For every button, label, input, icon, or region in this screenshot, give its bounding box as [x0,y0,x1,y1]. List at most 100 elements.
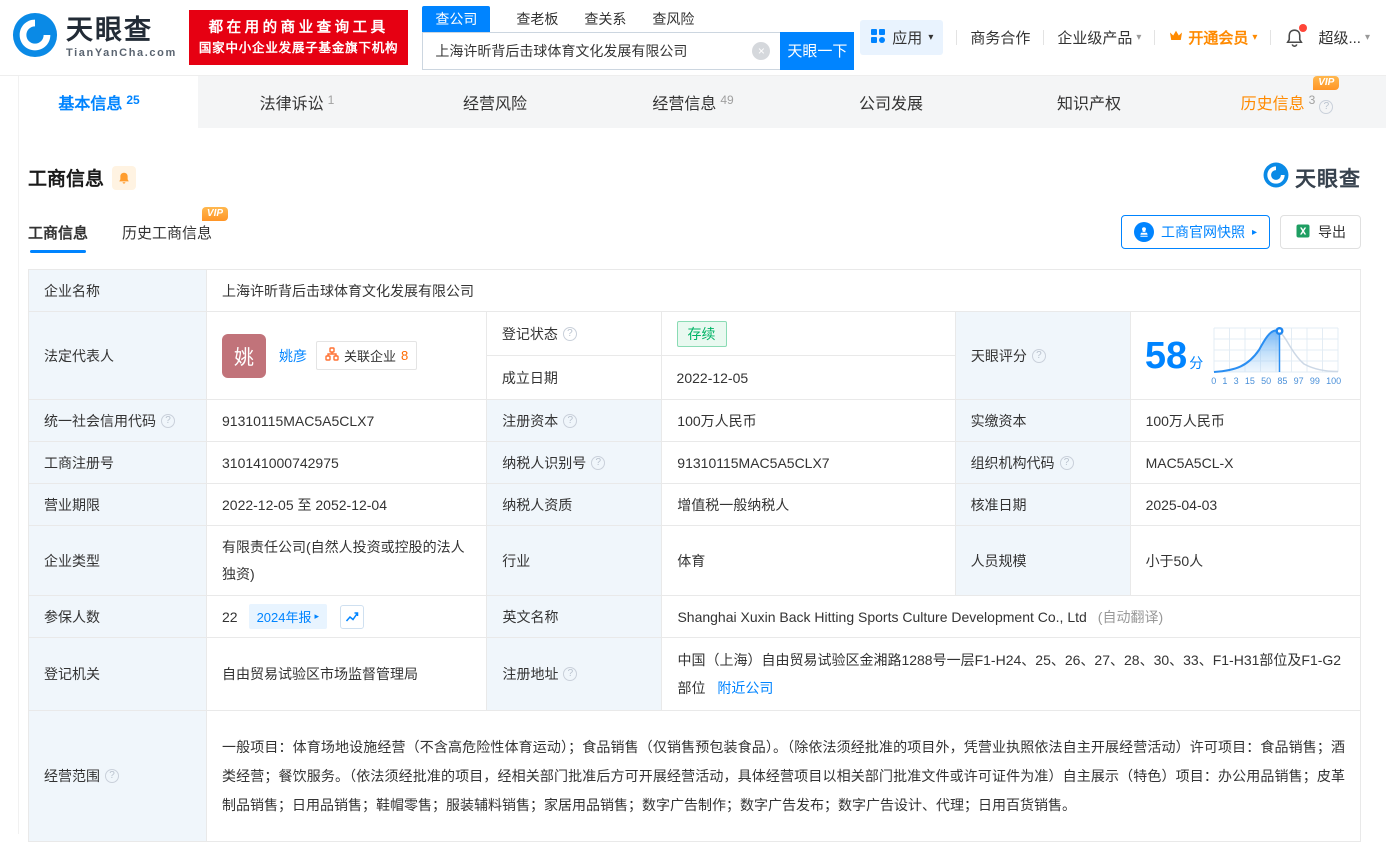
search-tab-boss[interactable]: 查老板 [516,6,558,32]
tianyancha-swirl-icon [12,12,58,63]
promo-banner-line1: 都在用的商业查询工具 [208,19,389,36]
field-label: 组织机构代码 [970,454,1055,471]
score-axis-labels: 0 1 3 15 50 85 97 99 100 [1211,375,1342,386]
tab-label: 历史信息 [1240,96,1305,113]
field-label: 工商注册号 [44,454,114,471]
subtab-history-registration[interactable]: 历史工商信息 VIP [122,207,229,253]
help-icon[interactable]: ? [591,455,606,470]
snapshot-label: 工商官网快照 [1160,224,1245,240]
search-tab-company[interactable]: 查公司 [422,5,491,32]
table-row: 法定代表人 姚 姚彦 关联企业 8 登记状态? 存续 成立日期 2022-12-… [29,312,1360,400]
notification-bell-icon[interactable] [1284,24,1308,48]
search-tab-risk[interactable]: 查风险 [652,6,694,32]
search-button[interactable]: 天眼一下 [780,31,855,70]
section-title: 工商信息 [28,169,105,190]
tab-count: 3 [1308,93,1316,107]
taxpayer-quality-value: 增值税一般纳税人 [677,496,790,513]
approval-date-value: 2025-04-03 [1145,496,1218,513]
tab-history-info[interactable]: 历史信息 3 ? VIP [1188,76,1386,128]
tianyancha-swirl-icon [1263,162,1289,193]
related-companies-chip[interactable]: 关联企业 8 [316,341,418,370]
legal-rep-link[interactable]: 姚彦 [279,346,307,366]
nav-cooperation[interactable]: 商务合作 [970,27,1030,48]
official-snapshot-button[interactable]: 工商官网快照 ▸ [1120,215,1270,249]
nav-enterprise-label: 企业级产品 [1057,30,1133,47]
promo-banner-line2: 国家中小企业发展子基金旗下机构 [198,41,399,56]
apps-grid-icon [870,28,886,48]
chevron-down-icon: ▾ [928,32,934,43]
watermark-label: 天眼查 [1295,167,1361,191]
stamp-icon [1133,222,1154,242]
tab-business-info[interactable]: 经营信息 49 [594,76,792,128]
help-icon[interactable]: ? [1031,348,1046,363]
org-code-value: MAC5A5CL-X [1145,454,1234,471]
annual-report-label: 2024年报 [256,610,312,626]
reg-address-value: 中国（上海）自由贸易试验区金湘路1288号一层F1-H24、25、26、27、2… [677,652,1342,697]
notification-dot [1299,24,1308,32]
tab-label: 经营信息 [652,96,717,113]
chevron-down-icon: ▾ [1252,32,1258,43]
nav-divider [1154,30,1156,45]
tab-legal-litigation[interactable]: 法律诉讼 1 [198,76,396,128]
tab-intellectual-property[interactable]: 知识产权 [990,76,1188,128]
logo-domain: TianYanCha.com [66,46,177,59]
search-tab-relation[interactable]: 查关系 [584,6,626,32]
trend-chart-icon[interactable] [340,604,365,629]
chevron-right-icon: ▸ [1251,226,1257,238]
business-term-value: 2022-12-05 至 2052-12-04 [222,496,388,513]
field-label: 行业 [502,552,531,569]
search-input[interactable] [422,31,781,70]
subtab-business-registration[interactable]: 工商信息 [28,222,88,253]
export-button[interactable]: 导出 [1280,215,1361,249]
establish-date-value: 2022-12-05 [676,369,749,386]
field-label: 企业名称 [44,282,100,299]
table-row: 企业名称 上海许昕背后击球体育文化发展有限公司 [29,270,1360,312]
tab-label: 经营风险 [462,96,527,113]
chevron-right-icon: ▸ [314,611,320,622]
nav-divider [1043,30,1045,45]
header-nav: 应用 ▾ 商务合作 企业级产品 ▾ 开通会员 ▾ 超级... ▾ [860,20,1370,55]
tab-count: 1 [327,93,335,107]
tab-company-development[interactable]: 公司发展 [792,76,990,128]
crown-icon [1168,28,1184,48]
nav-super-vip[interactable]: 超级... ▾ [1318,27,1370,48]
field-label: 登记状态 [501,325,558,342]
tab-basic-info[interactable]: 基本信息 25 [0,76,198,128]
reg-capital-value: 100万人民币 [677,412,757,429]
tab-count: 49 [720,93,734,107]
help-icon[interactable]: ? [562,326,577,341]
chevron-down-icon: ▾ [1364,32,1370,43]
vip-badge: VIP [201,207,229,221]
top-header: 天眼查 TianYanCha.com 都在用的商业查询工具 国家中小企业发展子基… [0,0,1386,76]
search-clear-icon[interactable]: × [752,41,771,60]
company-section-tabs: 基本信息 25 法律诉讼 1 经营风险 经营信息 49 公司发展 知识产权 历史… [0,76,1386,128]
nav-divider [1270,30,1272,45]
tab-label: 基本信息 [58,96,123,113]
company-type-value: 有限责任公司(自然人投资或控股的法人独资) [222,539,465,582]
help-icon[interactable]: ? [105,769,119,784]
tab-operation-risk[interactable]: 经营风险 [396,76,594,128]
annual-report-chip[interactable]: 2024年报 ▸ [248,604,328,630]
subscribe-bell-icon[interactable] [112,165,137,190]
search-tabs: 查公司 查老板 查关系 查风险 [422,5,854,32]
excel-icon [1295,223,1311,242]
field-label: 纳税人资质 [502,496,573,513]
field-label: 核准日期 [970,496,1027,513]
help-icon[interactable]: ? [563,413,578,428]
apps-menu[interactable]: 应用 ▾ [860,20,944,55]
nearby-companies-link[interactable]: 附近公司 [717,680,773,696]
table-row: 经营范围? 一般项目：体育场地设施经营（不含高危险性体育运动）；食品销售（仅销售… [29,711,1360,842]
nav-enterprise-products[interactable]: 企业级产品 ▾ [1057,27,1141,48]
staff-size-value: 小于50人 [1145,552,1204,569]
help-icon[interactable]: ? [563,667,578,682]
open-vip-button[interactable]: 开通会员 ▾ [1168,27,1257,48]
business-scope-value: 一般项目：体育场地设施经营（不含高危险性体育运动）；食品销售（仅销售预包装食品）… [222,739,1345,813]
field-label: 实缴资本 [970,412,1027,429]
field-label: 统一社会信用代码 [44,412,156,429]
promo-banner: 都在用的商业查询工具 国家中小企业发展子基金旗下机构 [188,9,409,66]
help-icon[interactable]: ? [1059,455,1074,470]
help-icon[interactable]: ? [161,413,175,428]
help-icon[interactable]: ? [1319,100,1334,114]
tab-label: 法律诉讼 [259,96,324,113]
tianyancha-logo[interactable]: 天眼查 TianYanCha.com [12,12,177,63]
